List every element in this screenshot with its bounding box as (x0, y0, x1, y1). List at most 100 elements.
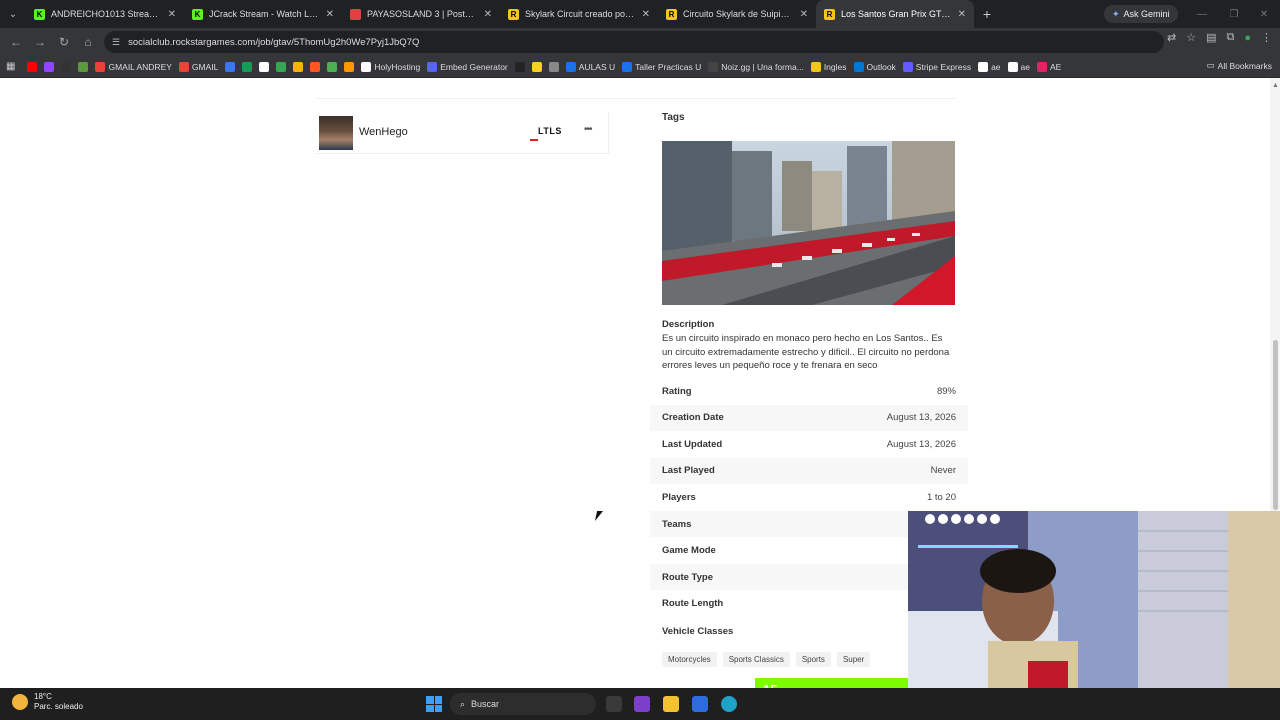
tab-close-icon[interactable]: ✕ (168, 9, 176, 20)
bookmark-item[interactable]: AULAS U (565, 61, 615, 72)
gemini-icon: ✦ (1112, 8, 1120, 19)
bookmark-item[interactable]: AE (1037, 61, 1061, 72)
bookmark-item[interactable]: ae (978, 61, 1001, 72)
job-screenshot[interactable] (662, 141, 955, 305)
site-info-icon[interactable]: ☰ (112, 37, 120, 48)
back-icon[interactable]: ← (4, 30, 28, 54)
browser-tab[interactable]: PAYASOSLAND 3 | Postulacion ✕ (342, 0, 500, 28)
bookmark-item[interactable] (242, 61, 253, 72)
bookmark-item[interactable]: Taller Practicas U (622, 61, 701, 72)
bookmark-favicon-icon (276, 61, 287, 72)
tab-close-icon[interactable]: ✕ (326, 9, 334, 20)
tab-title: Los Santos Gran Prix GT by We (841, 9, 952, 19)
weather-sun-icon (12, 694, 28, 710)
browser-tab[interactable]: R Skylark Circuit creado por Suip ✕ (500, 0, 658, 28)
taskbar-search-label: Buscar (471, 699, 500, 709)
browser-tab[interactable]: R Circuito Skylark de SuipianLing ✕ (658, 0, 816, 28)
store-icon[interactable] (692, 696, 708, 712)
tab-close-icon[interactable]: ✕ (642, 9, 650, 20)
bookmark-item[interactable] (327, 61, 338, 72)
bookmark-item[interactable] (344, 61, 355, 72)
all-bookmarks-button[interactable]: ▭ All Bookmarks (1207, 60, 1272, 71)
tags-heading: Tags (662, 112, 685, 123)
bookmark-item[interactable] (531, 61, 542, 72)
weather-widget[interactable]: 18°C Parc. soleado (12, 692, 83, 712)
file-explorer-icon[interactable] (663, 696, 679, 712)
bookmark-item[interactable] (514, 61, 525, 72)
reload-icon[interactable]: ↻ (52, 30, 76, 54)
creator-avatar[interactable] (319, 116, 353, 150)
creator-name[interactable]: WenHego (359, 126, 408, 138)
vehicle-class-chip[interactable]: Sports (795, 652, 831, 667)
apps-icon[interactable]: ▦ (6, 61, 15, 72)
bookmark-favicon-icon (1037, 61, 1048, 72)
bookmark-item[interactable]: Stripe Express (902, 61, 971, 72)
start-button[interactable] (426, 696, 442, 712)
browser-tab[interactable]: K JCrack Stream - Watch Live on ✕ (184, 0, 342, 28)
bookmark-item[interactable] (310, 61, 321, 72)
tab-close-icon[interactable]: ✕ (958, 9, 966, 20)
bookmark-item[interactable]: GMAIL (178, 61, 219, 72)
address-toolbar: ← → ↻ ⌂ ☰ socialclub.rockstargames.com/j… (0, 28, 1280, 56)
bookmark-item[interactable] (548, 61, 559, 72)
menu-dots-icon[interactable]: ⋮ (1261, 31, 1272, 44)
profile-avatar[interactable]: ● (1244, 32, 1251, 44)
close-window-button[interactable]: ✕ (1248, 0, 1280, 28)
reading-list-icon[interactable]: ▤ (1206, 31, 1216, 44)
bookmark-item[interactable]: Embed Generator (427, 61, 508, 72)
bookmark-star-icon[interactable]: ☆ (1186, 31, 1196, 44)
bookmark-favicon-icon (548, 61, 559, 72)
url-text[interactable]: socialclub.rockstargames.com/job/gtav/5T… (128, 37, 419, 48)
task-view-icon[interactable] (606, 696, 622, 712)
forward-icon[interactable]: → (28, 30, 52, 54)
bookmark-item[interactable]: HolyHosting (361, 61, 420, 72)
scrollbar-thumb[interactable] (1273, 340, 1278, 510)
bookmark-label: Embed Generator (440, 61, 508, 72)
omnibox[interactable]: ☰ socialclub.rockstargames.com/job/gtav/… (104, 31, 1164, 53)
vehicle-class-chip[interactable]: Sports Classics (722, 652, 790, 667)
bookmark-favicon-icon (242, 61, 253, 72)
bookmark-item[interactable] (44, 61, 55, 72)
bookmark-item[interactable] (225, 61, 236, 72)
scroll-up-icon[interactable]: ▲ (1272, 82, 1279, 89)
detail-label: Last Played (662, 465, 715, 477)
bookmark-label: GMAIL (191, 61, 219, 72)
bookmark-item[interactable] (78, 61, 89, 72)
bookmark-item[interactable]: Noiz.gg | Una forma... (708, 61, 804, 72)
more-options-button[interactable]: ••• (584, 124, 592, 135)
tab-close-icon[interactable]: ✕ (484, 9, 492, 20)
vehicle-class-chip[interactable]: Super (836, 652, 871, 667)
home-icon[interactable]: ⌂ (76, 30, 100, 54)
bookmark-item[interactable]: Outlook (853, 61, 896, 72)
bookmark-favicon-icon (978, 61, 989, 72)
new-tab-button[interactable]: + (974, 6, 1000, 22)
maximize-button[interactable]: ❐ (1218, 0, 1250, 28)
tab-close-icon[interactable]: ✕ (800, 9, 808, 20)
bookmark-item[interactable]: Ingles (810, 61, 847, 72)
bookmark-favicon-icon (344, 61, 355, 72)
bookmark-item[interactable] (259, 61, 270, 72)
bookmark-item[interactable] (293, 61, 304, 72)
bookmark-item[interactable] (61, 61, 72, 72)
race-track-image (662, 141, 955, 305)
edge-icon[interactable] (721, 696, 737, 712)
extensions-icon[interactable]: ⧉ (1226, 31, 1234, 44)
crew-tag[interactable]: LTLS (538, 126, 562, 136)
translate-icon[interactable]: ⇄ (1167, 31, 1176, 44)
tab-favicon-icon (350, 8, 361, 20)
browser-tab[interactable]: K ANDREICHO1013 Stream - Wat ✕ (26, 0, 184, 28)
taskbar-search[interactable]: ⌕ Buscar (450, 693, 596, 715)
bookmark-item[interactable] (27, 61, 38, 72)
app-icon[interactable] (634, 696, 650, 712)
bookmark-item[interactable]: GMAIL ANDREY (95, 61, 172, 72)
search-icon: ⌕ (460, 698, 466, 709)
ask-gemini-button[interactable]: ✦ Ask Gemini (1104, 5, 1178, 23)
bookmark-item[interactable]: ae (1007, 61, 1030, 72)
browser-tab[interactable]: R Los Santos Gran Prix GT by We ✕ (816, 0, 974, 28)
tab-title: ANDREICHO1013 Stream - Wat (51, 9, 162, 19)
vehicle-class-chip[interactable]: Motorcycles (662, 652, 717, 667)
bookmark-item[interactable] (276, 61, 287, 72)
minimize-button[interactable]: — (1186, 0, 1218, 28)
tab-search-icon[interactable]: ⌄ (0, 0, 26, 28)
creator-card[interactable]: WenHego LTLS ••• (316, 112, 609, 154)
